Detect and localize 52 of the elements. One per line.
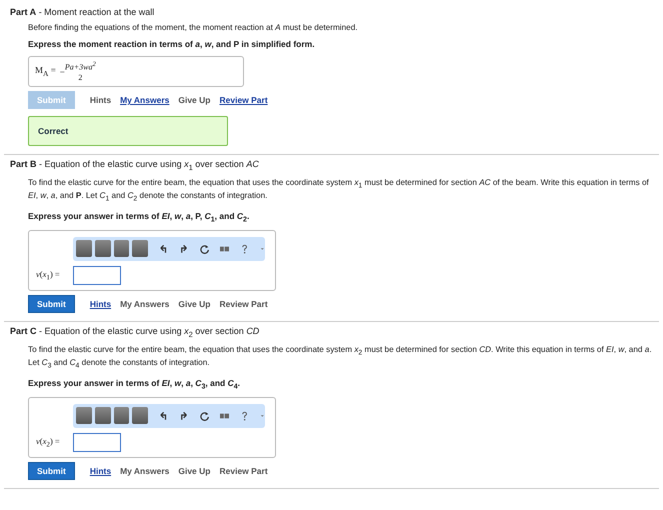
template-button[interactable] [76,407,92,424]
part-title: Part B - Equation of the elastic curve using x$_{1}$ over section AC [10,159,260,172]
redo-icon[interactable] [179,410,189,421]
action-link[interactable]: My Answers [120,298,170,309]
answer-field[interactable] [73,266,121,285]
field-label: v(x$_{2}$) = [35,436,61,448]
action-link[interactable]: Review Part [219,466,268,476]
field-label: v(x$_{1}$) = [35,268,61,282]
action-link[interactable]: My Answers [120,466,170,476]
action-link[interactable]: Hints [90,466,112,476]
template-button[interactable] [94,407,110,424]
action-link[interactable]: Give Up [178,466,210,476]
more-icon[interactable] [260,246,265,251]
answer-label: M$_{A}$ = [35,65,56,78]
submit-button[interactable]: Submit [28,462,75,480]
action-link[interactable]: Hints [90,95,112,105]
minus-sign: − [60,66,65,76]
template-button[interactable] [132,240,148,258]
template-button[interactable] [114,407,130,424]
answer-field[interactable] [73,432,121,452]
keyboard-icon[interactable] [220,410,230,421]
action-link[interactable]: Give Up [178,298,210,309]
action-link[interactable]: Give Up [178,95,210,105]
part-title: Part A - Moment reaction at the wall [10,7,156,17]
help-icon[interactable] [240,410,250,421]
action-link[interactable]: My Answers [120,95,170,105]
template-button[interactable] [76,240,92,258]
keyboard-icon[interactable] [220,244,230,254]
reset-icon[interactable] [200,410,209,421]
undo-icon[interactable] [159,244,168,254]
numerator: Pa+3wa$^{2}$ [64,60,96,73]
submit-button[interactable]: Submit [28,294,75,313]
instruction-text: Express your answer in terms of EI, w, a, P, C$_{1}$, and C$_{2}$. [28,211,250,224]
question-text: Before finding the equations of the moment, the moment reaction at A must be determined. [28,23,359,33]
question-text: To find the elastic curve for the entire beam, the equation that uses the coordinate system x$_{1}$ must be determined for section AC of the beam. Write this equation in terms of EI, w, a, and P. Let C$_{1}$ and C$_{2}$ denote the constants of integration. [28,178,650,206]
template-button[interactable] [132,407,148,424]
reset-icon[interactable] [200,244,209,254]
redo-icon[interactable] [179,244,189,254]
action-link[interactable]: Review Part [219,298,268,309]
help-icon[interactable] [240,244,250,254]
action-link[interactable]: Review Part [219,95,268,105]
more-icon[interactable] [260,414,265,418]
question-text: To find the elastic curve for the entire beam, the equation that uses the coordinate system x$_{2}$ must be determined for section CD. Write this equation in terms of EI, w, and a. Let C$_{3}$ and C$_{4}$ denote the constants of integration. [28,344,653,372]
instruction-text: Express the moment reaction in terms of a, w, and P in simplified form. [28,39,316,49]
undo-icon[interactable] [159,410,168,421]
part-title: Part C - Equation of the elastic curve using x$_{2}$ over section CD [10,326,260,339]
template-button[interactable] [114,240,130,258]
instruction-text: Express your answer in terms of EI, w, a, C$_{3}$, and C$_{4}$. [28,378,242,391]
action-link[interactable]: Hints [90,298,112,309]
denominator: 2 [78,72,82,83]
template-button[interactable] [94,240,110,258]
feedback-message: Correct [28,116,228,146]
